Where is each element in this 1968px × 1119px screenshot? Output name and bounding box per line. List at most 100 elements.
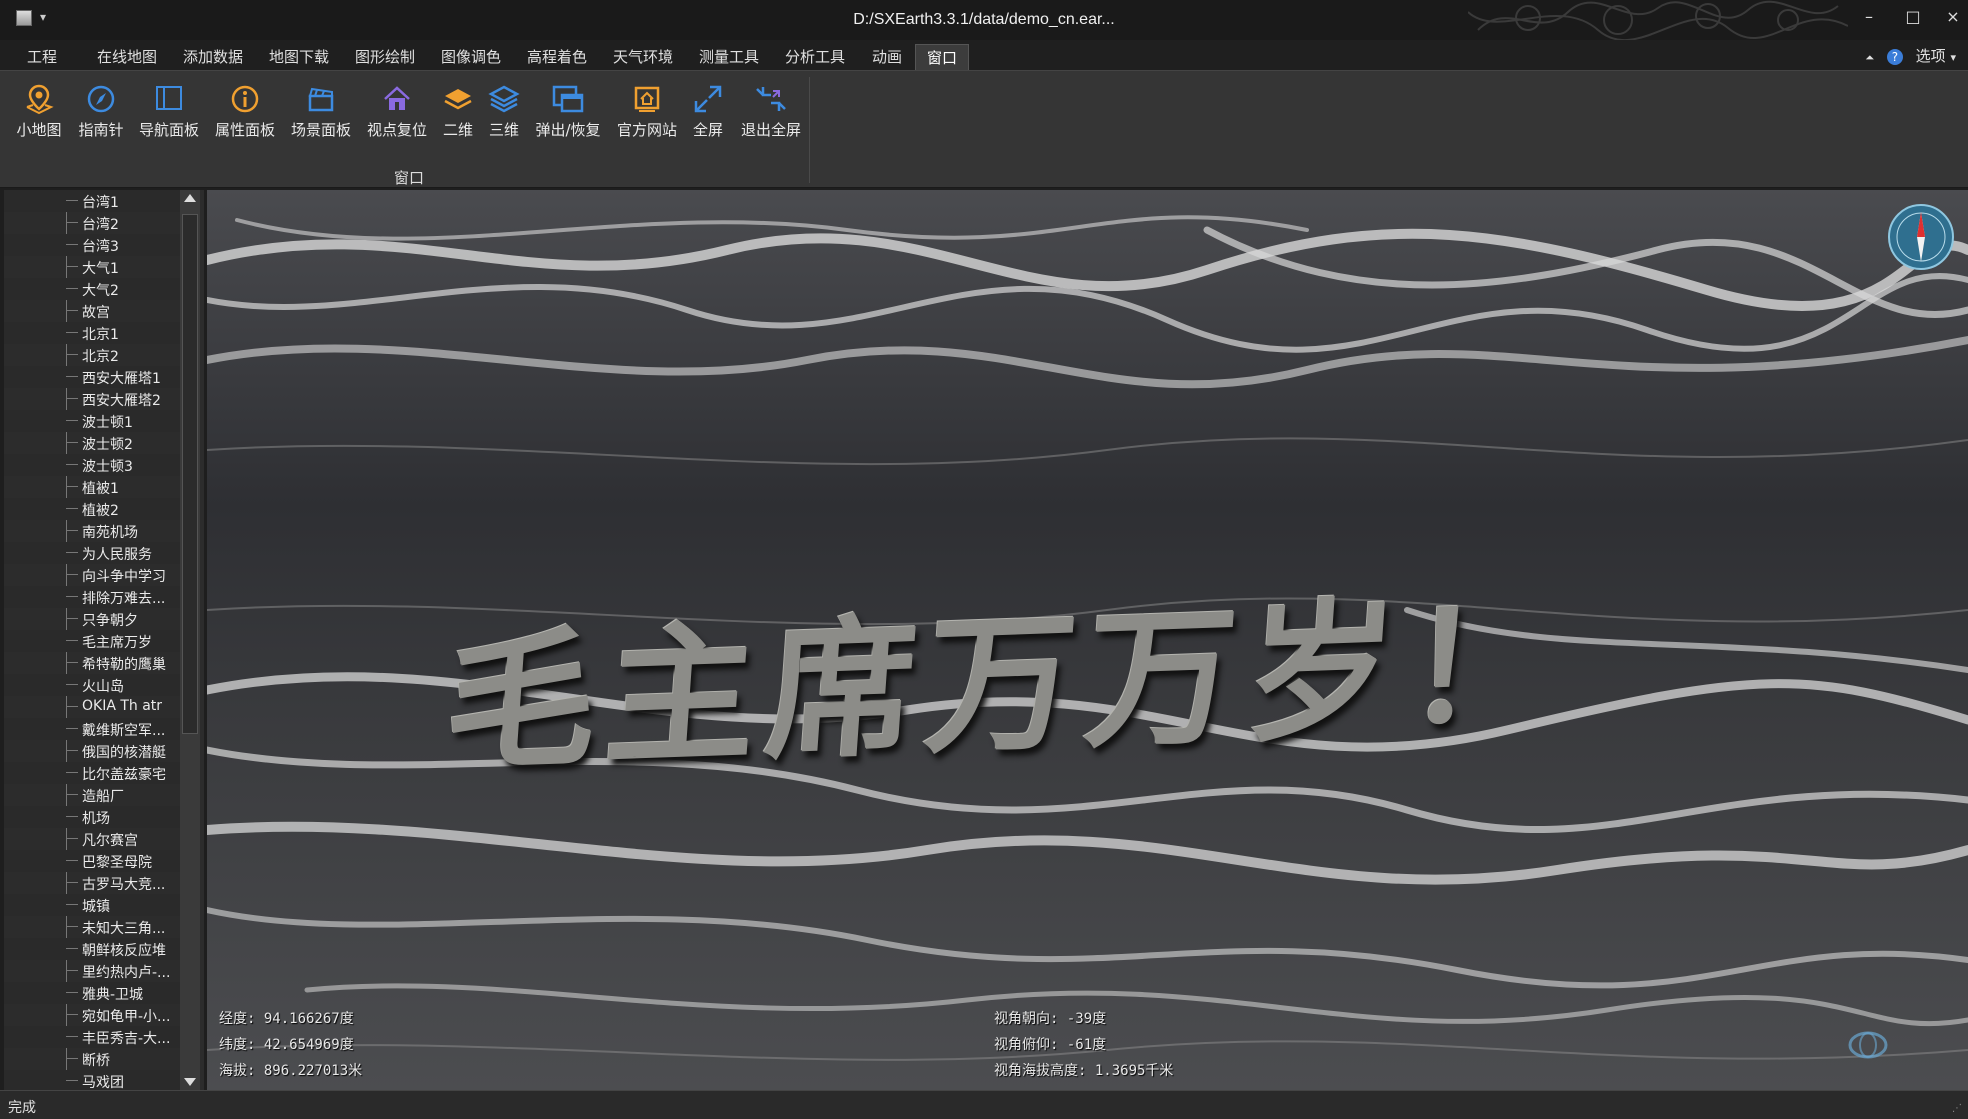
tab-weather[interactable]: 天气环境	[606, 44, 680, 70]
options-label[interactable]: 选项	[1916, 47, 1946, 65]
tree-item[interactable]: 城镇	[4, 894, 182, 916]
tree-item[interactable]: 戴维斯空军...	[4, 718, 182, 740]
tree-item[interactable]: 波士顿3	[4, 454, 182, 476]
tree-item[interactable]: 毛主席万岁	[4, 630, 182, 652]
tab-animation[interactable]: 动画	[862, 44, 912, 70]
tab-elevation-color[interactable]: 高程着色	[520, 44, 594, 70]
official-website-button[interactable]: 官方网站	[614, 83, 680, 153]
popup-restore-button[interactable]: 弹出/恢复	[532, 83, 604, 153]
tree-item[interactable]: 台湾2	[4, 212, 182, 234]
globe-view[interactable]: 毛主席万万岁！ 经度: 94.166267度 纬度: 42.654969度 海拔…	[207, 190, 1968, 1090]
tree-connector	[66, 244, 78, 245]
tree-item[interactable]: 大气2	[4, 278, 182, 300]
tree-item[interactable]: 火山岛	[4, 674, 182, 696]
scroll-thumb[interactable]	[182, 214, 198, 734]
maximize-button[interactable]: □	[1898, 6, 1928, 28]
tab-analysis-tools[interactable]: 分析工具	[778, 44, 852, 70]
resize-grip-icon[interactable]: ⋰	[1952, 1103, 1962, 1114]
tree-item[interactable]: 北京1	[4, 322, 182, 344]
scroll-up-arrow-icon[interactable]	[184, 194, 196, 202]
navigation-panel-button[interactable]: 导航面板	[136, 83, 202, 153]
ribbon-toolbar: 小地图 指南针 导航面板 属性面板 场景面板 视点复位 二维 三维 弹出/恢复 …	[0, 70, 1968, 188]
minimize-button[interactable]: –	[1854, 6, 1884, 28]
tree-item[interactable]: 希特勒的鹰巢	[4, 652, 182, 674]
help-icon[interactable]: ?	[1886, 48, 1903, 65]
reset-view-button[interactable]: 视点复位	[364, 83, 430, 153]
tree-item[interactable]: 机场	[4, 806, 182, 828]
view-3d-button[interactable]: 三维	[486, 83, 522, 153]
tree-item[interactable]: 里约热内卢-...	[4, 960, 182, 982]
tree-item-label: 西安大雁塔2	[82, 393, 161, 409]
tree-item[interactable]: 北京2	[4, 344, 182, 366]
tree-item[interactable]: 宛如龟甲-小...	[4, 1004, 182, 1026]
tree-item[interactable]: 西安大雁塔1	[4, 366, 182, 388]
tree-item[interactable]: 为人民服务	[4, 542, 182, 564]
tree-item[interactable]: 植被1	[4, 476, 182, 498]
tree-item[interactable]: 台湾3	[4, 234, 182, 256]
tree-item-label: 造船厂	[82, 789, 124, 805]
tree-item[interactable]: 故宫	[4, 300, 182, 322]
tree-scrollbar[interactable]	[180, 190, 200, 1090]
tree-connector	[66, 288, 78, 289]
tree-connector	[66, 1080, 78, 1081]
tab-online-map[interactable]: 在线地图	[90, 44, 164, 70]
compass-rose-icon[interactable]	[1886, 202, 1956, 272]
tree-item[interactable]: 凡尔赛宫	[4, 828, 182, 850]
tree-connector	[66, 750, 78, 751]
tab-project[interactable]: 工程	[14, 44, 70, 70]
tree-item[interactable]: OKIA Th atr	[4, 696, 182, 718]
tree-connector	[66, 486, 78, 487]
tree-item-label: 火山岛	[82, 679, 124, 695]
view-3d-label: 三维	[488, 121, 519, 139]
tree-item[interactable]: 只争朝夕	[4, 608, 182, 630]
tree-item[interactable]: 向斗争中学习	[4, 564, 182, 586]
tab-window[interactable]: 窗口	[915, 44, 969, 70]
tree-connector	[66, 926, 78, 927]
tree-item-label: 断桥	[82, 1053, 110, 1069]
tree-item[interactable]: 古罗马大竞...	[4, 872, 182, 894]
exit-fullscreen-button[interactable]: 退出全屏	[738, 83, 804, 153]
tree-item[interactable]: 俄国的核潜艇	[4, 740, 182, 762]
tree-item[interactable]: 雅典-卫城	[4, 982, 182, 1004]
view-2d-button[interactable]: 二维	[440, 83, 476, 153]
tree-item[interactable]: 台湾1	[4, 190, 182, 212]
tree-item-label: 朝鲜核反应堆	[82, 943, 166, 959]
scroll-down-arrow-icon[interactable]	[184, 1078, 196, 1086]
tree-item[interactable]: 比尔盖兹豪宅	[4, 762, 182, 784]
tree-item-label: 波士顿1	[82, 415, 133, 431]
tree-item[interactable]: 造船厂	[4, 784, 182, 806]
tab-image-color[interactable]: 图像调色	[434, 44, 508, 70]
tree-connector	[66, 1058, 78, 1059]
tree-connector	[66, 992, 78, 993]
layer-2d-icon	[444, 89, 472, 110]
fullscreen-label: 全屏	[692, 121, 723, 139]
close-button[interactable]: ×	[1938, 6, 1968, 28]
options-menu[interactable]: ⏶ ? 选项 ▾	[1865, 45, 1956, 66]
tree-item[interactable]: 植被2	[4, 498, 182, 520]
tree-item[interactable]: 排除万难去...	[4, 586, 182, 608]
tree-item[interactable]: 朝鲜核反应堆	[4, 938, 182, 960]
fullscreen-button[interactable]: 全屏	[690, 83, 726, 153]
collapse-ribbon-icon[interactable]: ⏶	[1865, 51, 1874, 64]
minimap-button[interactable]: 小地图	[14, 83, 64, 153]
tree-connector	[66, 970, 78, 971]
compass-button[interactable]: 指南针	[76, 83, 126, 153]
tab-map-download[interactable]: 地图下载	[262, 44, 336, 70]
tree-item[interactable]: 南苑机场	[4, 520, 182, 542]
scene-panel-button[interactable]: 场景面板	[288, 83, 354, 153]
property-panel-button[interactable]: 属性面板	[212, 83, 278, 153]
tree-item[interactable]: 断桥	[4, 1048, 182, 1070]
tree-item[interactable]: 丰臣秀吉-大...	[4, 1026, 182, 1048]
tree-item[interactable]: 波士顿1	[4, 410, 182, 432]
tab-shape-drawing[interactable]: 图形绘制	[348, 44, 422, 70]
tree-item[interactable]: 西安大雁塔2	[4, 388, 182, 410]
compass-icon	[87, 85, 115, 113]
tree-item[interactable]: 未知大三角...	[4, 916, 182, 938]
tree-item[interactable]: 巴黎圣母院	[4, 850, 182, 872]
tab-measure-tools[interactable]: 测量工具	[692, 44, 766, 70]
tree-item[interactable]: 马戏团	[4, 1070, 182, 1092]
status-text: 完成	[8, 1100, 36, 1116]
tree-item[interactable]: 波士顿2	[4, 432, 182, 454]
tree-item[interactable]: 大气1	[4, 256, 182, 278]
tab-add-data[interactable]: 添加数据	[176, 44, 250, 70]
